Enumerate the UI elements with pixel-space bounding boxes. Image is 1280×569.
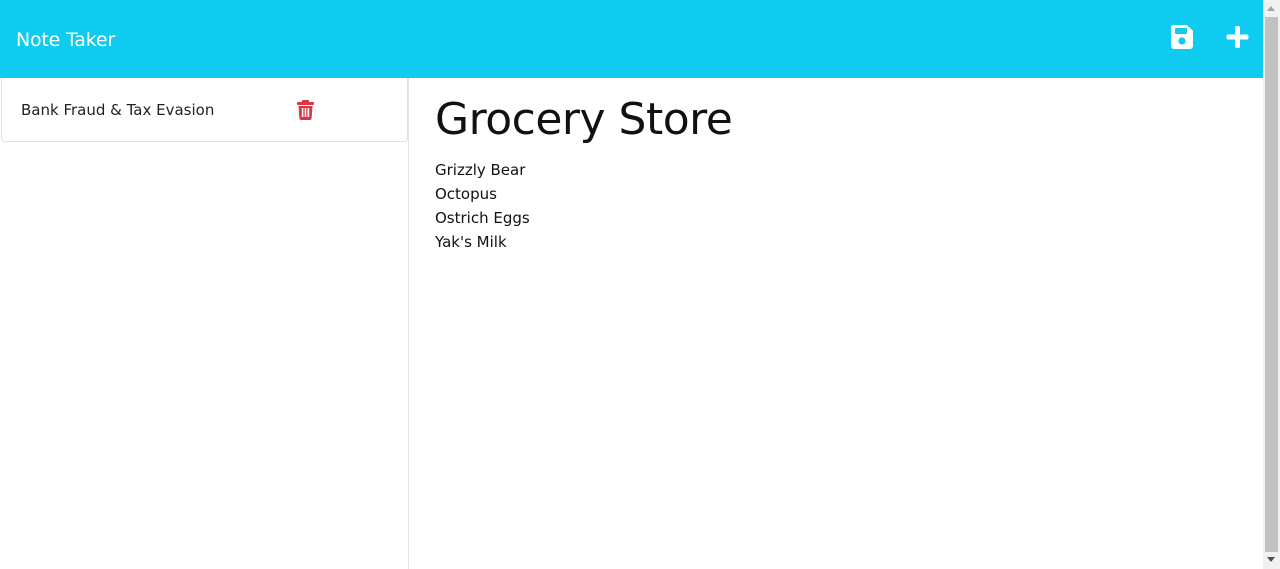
scroll-down-icon[interactable] (1267, 557, 1275, 562)
scrollbar-thumb[interactable] (1265, 17, 1278, 552)
note-title-input[interactable]: Grocery Store (435, 92, 733, 148)
navbar: Note Taker (0, 0, 1263, 78)
note-line: Yak's Milk (435, 233, 507, 251)
note-line: Octopus (435, 185, 497, 203)
note-line: Grizzly Bear (435, 161, 526, 179)
plus-icon[interactable] (1226, 25, 1249, 53)
note-item-title[interactable]: Bank Fraud & Tax Evasion (21, 100, 214, 120)
notes-sidebar: Bank Fraud & Tax Evasion (0, 78, 409, 569)
list-item[interactable]: Bank Fraud & Tax Evasion (1, 78, 408, 142)
trash-icon[interactable] (297, 100, 314, 124)
note-editor[interactable]: Grocery Store Grizzly Bear Octopus Ostri… (409, 78, 1263, 569)
save-icon[interactable] (1170, 25, 1193, 53)
app-title[interactable]: Note Taker (16, 27, 115, 53)
vertical-scrollbar[interactable] (1263, 0, 1280, 569)
scroll-up-icon[interactable] (1267, 6, 1275, 11)
app-window: Note Taker Bank Fraud & Tax Evasion Groc… (0, 0, 1280, 569)
note-line: Ostrich Eggs (435, 209, 530, 227)
note-text-area[interactable]: Grizzly Bear Octopus Ostrich Eggs Yak's … (435, 158, 530, 254)
